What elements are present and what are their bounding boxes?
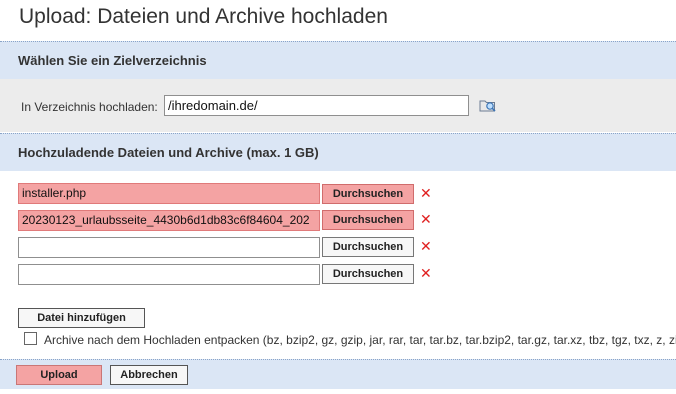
add-file-button[interactable]: Datei hinzufügen — [18, 308, 145, 328]
browse-button-4[interactable]: Durchsuchen — [322, 264, 414, 284]
folder-search-icon[interactable] — [479, 96, 497, 114]
file-input-1[interactable]: installer.php — [18, 183, 320, 204]
target-section-heading: Wählen Sie ein Zielverzeichnis — [18, 53, 207, 68]
upload-button[interactable]: Upload — [16, 365, 102, 385]
browse-button-1[interactable]: Durchsuchen — [322, 184, 414, 204]
files-section-header: Hochzuladende Dateien und Archive (max. … — [0, 133, 676, 171]
browse-button-3[interactable]: Durchsuchen — [322, 237, 414, 257]
extract-archives-checkbox[interactable] — [24, 332, 37, 345]
browse-button-2[interactable]: Durchsuchen — [322, 210, 414, 230]
target-dir-input[interactable] — [164, 95, 469, 116]
target-section-header: Wählen Sie ein Zielverzeichnis — [0, 41, 676, 79]
file-input-3[interactable] — [18, 237, 320, 258]
file-input-4[interactable] — [18, 264, 320, 285]
cancel-button[interactable]: Abbrechen — [110, 365, 188, 385]
page-title: Upload: Dateien und Archive hochladen — [19, 5, 388, 28]
remove-icon[interactable]: ✕ — [420, 240, 432, 254]
extract-archives-label: Archive nach dem Hochladen entpacken (bz… — [44, 333, 676, 347]
remove-icon[interactable]: ✕ — [420, 187, 432, 201]
dir-label: In Verzeichnis hochladen: — [21, 100, 158, 114]
files-section-heading: Hochzuladende Dateien und Archive (max. … — [18, 145, 319, 160]
file-input-2[interactable]: 20230123_urlaubsseite_4430b6d1db83c6f846… — [18, 210, 320, 231]
remove-icon[interactable]: ✕ — [420, 213, 432, 227]
remove-icon[interactable]: ✕ — [420, 267, 432, 281]
